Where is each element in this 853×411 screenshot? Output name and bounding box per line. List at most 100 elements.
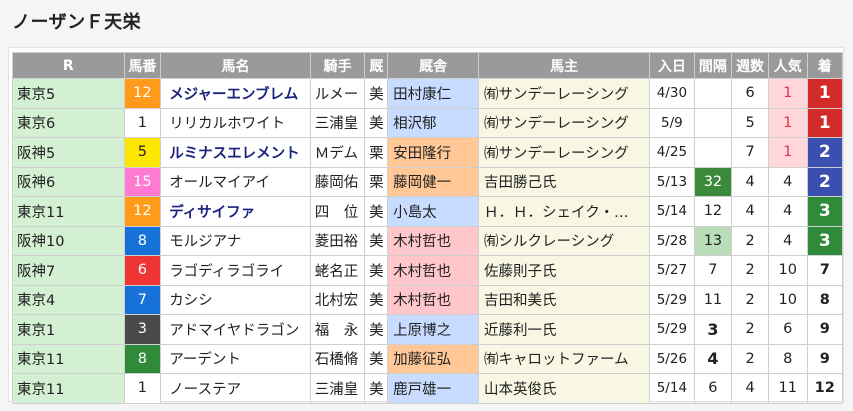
trainer-cell[interactable]: 木村哲也 — [387, 255, 480, 286]
horse-name-link[interactable]: リリカルホワイト — [160, 107, 311, 138]
region-cell: 美 — [364, 255, 389, 286]
owner-cell[interactable]: ㈲シルクレーシング — [478, 225, 651, 256]
horse-table-panel: R 馬番 馬名 騎手厩厩舎 馬主 入日 間隔 週数 人気着 東京5 12 メジャーエンブレム ルメー美… — [8, 47, 844, 404]
race-cell[interactable]: 東京11 — [12, 343, 125, 374]
weeks-cell: 7 — [731, 137, 769, 168]
horse-name-link[interactable]: カシシ — [160, 284, 311, 315]
horse-name-link[interactable]: ラゴディラゴライ — [160, 255, 311, 286]
owner-cell[interactable]: 吉田勝己氏 — [478, 166, 651, 197]
owner-cell[interactable]: 近藤利一氏 — [478, 314, 651, 345]
race-cell[interactable]: 阪神6 — [12, 166, 125, 197]
race-cell[interactable]: 東京11 — [12, 373, 125, 404]
weeks-cell: 5 — [731, 107, 769, 138]
jockey-cell[interactable]: 福 永 — [309, 314, 366, 345]
trainer-cell[interactable]: 加藤征弘 — [387, 343, 480, 374]
col-trainer-header[interactable]: 厩舎 — [387, 52, 480, 79]
horse-name-link[interactable]: モルジアナ — [160, 225, 311, 256]
finish-cell: 3 — [806, 196, 843, 227]
col-entry-date-header[interactable]: 入日 — [649, 52, 695, 79]
region-cell: 栗 — [364, 166, 389, 197]
col-horse-name-header[interactable]: 馬名 — [160, 52, 311, 79]
horse-name-link[interactable]: アドマイヤドラゴン — [160, 314, 311, 345]
weeks-cell: 4 — [731, 166, 769, 197]
region-cell: 美 — [364, 373, 389, 404]
trainer-cell[interactable]: 藤岡健一 — [387, 166, 480, 197]
finish-cell: 7 — [806, 255, 843, 286]
col-jockey-header[interactable]: 騎手 — [309, 52, 366, 79]
horse-number-cell: 12 — [123, 196, 162, 227]
owner-cell[interactable]: 山本英俊氏 — [478, 373, 651, 404]
interval-cell: 6 — [693, 373, 733, 404]
weeks-cell: 2 — [731, 343, 769, 374]
owner-cell[interactable]: ㈲サンデーレーシング — [478, 137, 651, 168]
weeks-cell: 2 — [731, 225, 769, 256]
jockey-cell[interactable]: 菱田裕 — [309, 225, 366, 256]
owner-cell[interactable]: ㈲サンデーレーシング — [478, 78, 651, 109]
race-cell[interactable]: 阪神10 — [12, 225, 125, 256]
col-finish-header[interactable]: 着 — [806, 52, 843, 79]
trainer-cell[interactable]: 木村哲也 — [387, 225, 480, 256]
trainer-cell[interactable]: 安田隆行 — [387, 137, 480, 168]
horse-name-link[interactable]: オールマイアイ — [160, 166, 311, 197]
owner-cell[interactable]: ㈲サンデーレーシング — [478, 107, 651, 138]
race-cell[interactable]: 東京4 — [12, 284, 125, 315]
weeks-cell: 2 — [731, 255, 769, 286]
owner-cell[interactable]: ㈲キャロットファーム — [478, 343, 651, 374]
col-race-header[interactable]: R — [12, 52, 125, 79]
weeks-cell: 2 — [731, 284, 769, 315]
col-interval-header[interactable]: 間隔 — [693, 52, 733, 79]
interval-cell: 3 — [693, 314, 733, 345]
weeks-cell: 6 — [731, 78, 769, 109]
col-region-header[interactable]: 厩 — [364, 52, 389, 79]
page-title: ノーザンＦ天栄 — [12, 12, 142, 33]
horse-name-link[interactable]: ノーステア — [160, 373, 311, 404]
col-weeks-header[interactable]: 週数 — [731, 52, 769, 79]
horse-name-link[interactable]: ディサイファ — [160, 196, 311, 227]
horse-table: R 馬番 馬名 騎手厩厩舎 馬主 入日 間隔 週数 人気着 東京5 12 メジャーエンブレム ルメー美… — [12, 52, 843, 404]
jockey-cell[interactable]: 蛯名正 — [309, 255, 366, 286]
jockey-cell[interactable]: 四 位 — [309, 196, 366, 227]
table-row: 東京11 1 ノーステア 三浦皇美鹿戸雄一 山本英俊氏 5/14 6 4 11 12 — [12, 373, 843, 404]
owner-cell[interactable]: 佐藤則子氏 — [478, 255, 651, 286]
region-cell: 美 — [364, 225, 389, 256]
finish-cell: 9 — [806, 314, 843, 345]
horse-number-cell: 1 — [123, 107, 162, 138]
jockey-cell[interactable]: ルメー — [309, 78, 366, 109]
race-cell[interactable]: 東京5 — [12, 78, 125, 109]
col-owner-header[interactable]: 馬主 — [478, 52, 651, 79]
horse-name-link[interactable]: アーデント — [160, 343, 311, 374]
jockey-cell[interactable]: 北村宏 — [309, 284, 366, 315]
col-popularity-header[interactable]: 人気 — [767, 52, 808, 79]
finish-cell: 2 — [806, 166, 843, 197]
trainer-cell[interactable]: 木村哲也 — [387, 284, 480, 315]
col-horse-number-header[interactable]: 馬番 — [123, 52, 162, 79]
entry-date-cell: 5/26 — [649, 343, 695, 374]
table-row: 東京4 7 カシシ 北村宏美木村哲也 吉田和美氏 5/29 11 2 10 8 — [12, 284, 843, 315]
trainer-cell[interactable]: 小島太 — [387, 196, 480, 227]
trainer-cell[interactable]: 相沢郁 — [387, 107, 480, 138]
popularity-cell: 1 — [767, 137, 808, 168]
horse-number-cell: 1 — [123, 373, 162, 404]
trainer-cell[interactable]: 田村康仁 — [387, 78, 480, 109]
race-cell[interactable]: 阪神5 — [12, 137, 125, 168]
jockey-cell[interactable]: 三浦皇 — [309, 373, 366, 404]
trainer-cell[interactable]: 上原博之 — [387, 314, 480, 345]
table-row: 東京1 3 アドマイヤドラゴン福 永美上原博之 近藤利一氏 5/29 3 2 6 9 — [12, 314, 843, 345]
owner-cell[interactable]: Ｈ．Ｈ．シェイク・… — [478, 196, 651, 227]
trainer-cell[interactable]: 鹿戸雄一 — [387, 373, 480, 404]
jockey-cell[interactable]: 三浦皇 — [309, 107, 366, 138]
jockey-cell[interactable]: 藤岡佑 — [309, 166, 366, 197]
entry-date-cell: 5/9 — [649, 107, 695, 138]
horse-name-link[interactable]: メジャーエンブレム — [160, 78, 311, 109]
race-cell[interactable]: 東京6 — [12, 107, 125, 138]
horse-name-link[interactable]: ルミナスエレメント — [160, 137, 311, 168]
finish-cell: 3 — [806, 225, 843, 256]
jockey-cell[interactable]: Ｍデム — [309, 137, 366, 168]
race-cell[interactable]: 阪神7 — [12, 255, 125, 286]
race-cell[interactable]: 東京1 — [12, 314, 125, 345]
interval-cell — [693, 78, 733, 109]
jockey-cell[interactable]: 石橋脩 — [309, 343, 366, 374]
race-cell[interactable]: 東京11 — [12, 196, 125, 227]
owner-cell[interactable]: 吉田和美氏 — [478, 284, 651, 315]
finish-cell: 8 — [806, 284, 843, 315]
